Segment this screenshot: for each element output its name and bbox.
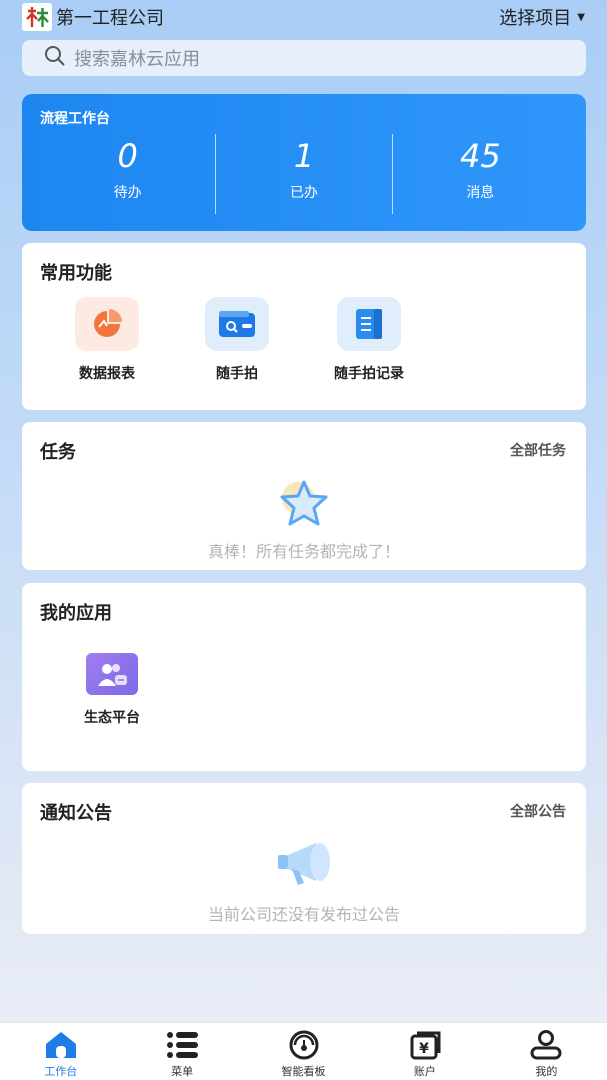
- all-notices-link[interactable]: 全部公告: [510, 801, 566, 821]
- star-icon: [274, 478, 334, 534]
- stat-done[interactable]: 1 已办: [215, 134, 391, 214]
- func-label: 随手拍: [216, 366, 258, 382]
- stat-value: 1: [293, 137, 315, 175]
- company-logo: [22, 3, 52, 31]
- tab-workbench[interactable]: 工作台: [0, 1023, 121, 1080]
- search-icon: [44, 45, 66, 71]
- notices-empty-text: 当前公司还没有发布过公告: [207, 905, 400, 924]
- tab-label: 我的: [535, 1065, 558, 1078]
- stat-value: 0: [117, 137, 138, 175]
- workflow-panel: 流程工作台 0 待办 1 已办 45 消息: [22, 94, 586, 231]
- search-bar[interactable]: 搜索嘉林云应用: [22, 40, 586, 76]
- workflow-title: 流程工作台: [40, 111, 110, 127]
- my-apps-card: 我的应用 生态平台: [22, 583, 586, 771]
- dashboard-gauge-icon: [287, 1029, 321, 1061]
- bottom-tab-bar: 工作台 菜单 智能看板 ¥ 账户 我的: [0, 1022, 607, 1080]
- app-label: 生态平台: [84, 710, 140, 726]
- notices-title: 通知公告: [40, 803, 112, 824]
- notebook-icon: [337, 297, 401, 351]
- func-snapshot[interactable]: 随手拍: [182, 297, 292, 383]
- tab-smart-dashboard[interactable]: 智能看板: [243, 1023, 364, 1080]
- my-apps-title: 我的应用: [40, 603, 112, 624]
- tasks-title: 任务: [40, 442, 76, 463]
- tab-label: 工作台: [44, 1065, 78, 1078]
- stat-value: 45: [459, 137, 501, 175]
- tab-account[interactable]: ¥ 账户: [364, 1023, 485, 1080]
- func-data-report[interactable]: 数据报表: [52, 297, 162, 383]
- stat-label: 待办: [113, 185, 142, 201]
- pie-chart-icon: [75, 297, 139, 351]
- wallet-search-icon: [205, 297, 269, 351]
- common-functions-title: 常用功能: [40, 263, 112, 284]
- app-header: 第一工程公司 选择项目 ▼: [0, 0, 607, 34]
- func-label: 随手拍记录: [334, 366, 404, 382]
- select-project-dropdown[interactable]: 选择项目 ▼: [499, 4, 585, 30]
- tab-mine[interactable]: 我的: [486, 1023, 607, 1080]
- app-ecology-platform[interactable]: 生态平台: [57, 653, 167, 727]
- user-icon: [529, 1029, 563, 1061]
- stat-messages[interactable]: 45 消息: [391, 134, 568, 214]
- wallet-yen-icon: ¥: [408, 1029, 442, 1061]
- tab-label: 智能看板: [281, 1065, 326, 1078]
- notices-card: 通知公告 全部公告 当前公司还没有发布过公告: [22, 783, 586, 934]
- search-input[interactable]: 搜索嘉林云应用: [74, 45, 200, 71]
- stat-pending[interactable]: 0 待办: [40, 134, 215, 214]
- tasks-empty-text: 真棒！所有任务都完成了！: [207, 542, 400, 561]
- stat-label: 消息: [466, 185, 495, 201]
- tab-label: 账户: [413, 1065, 436, 1078]
- func-snapshot-records[interactable]: 随手拍记录: [314, 297, 424, 383]
- stat-label: 已办: [289, 185, 318, 201]
- menu-list-icon: [165, 1029, 199, 1061]
- all-tasks-link[interactable]: 全部任务: [510, 440, 566, 460]
- svg-text:¥: ¥: [419, 1041, 429, 1057]
- company-name: 第一工程公司: [56, 8, 164, 29]
- common-functions-card: 常用功能 数据报表 随手拍 随手拍记录: [22, 243, 586, 410]
- tasks-card: 任务 全部任务 真棒！所有任务都完成了！: [22, 422, 586, 570]
- tab-menu[interactable]: 菜单: [121, 1023, 242, 1080]
- home-icon: [44, 1029, 78, 1061]
- caret-down-icon: ▼: [577, 11, 585, 23]
- func-label: 数据报表: [79, 366, 135, 382]
- megaphone-icon: [276, 839, 334, 891]
- tab-label: 菜单: [171, 1065, 194, 1078]
- people-icon: [86, 653, 138, 695]
- company-brand[interactable]: 第一工程公司: [22, 3, 164, 31]
- workflow-stats: 0 待办 1 已办 45 消息: [40, 134, 568, 214]
- select-project-label: 选择项目: [499, 8, 572, 29]
